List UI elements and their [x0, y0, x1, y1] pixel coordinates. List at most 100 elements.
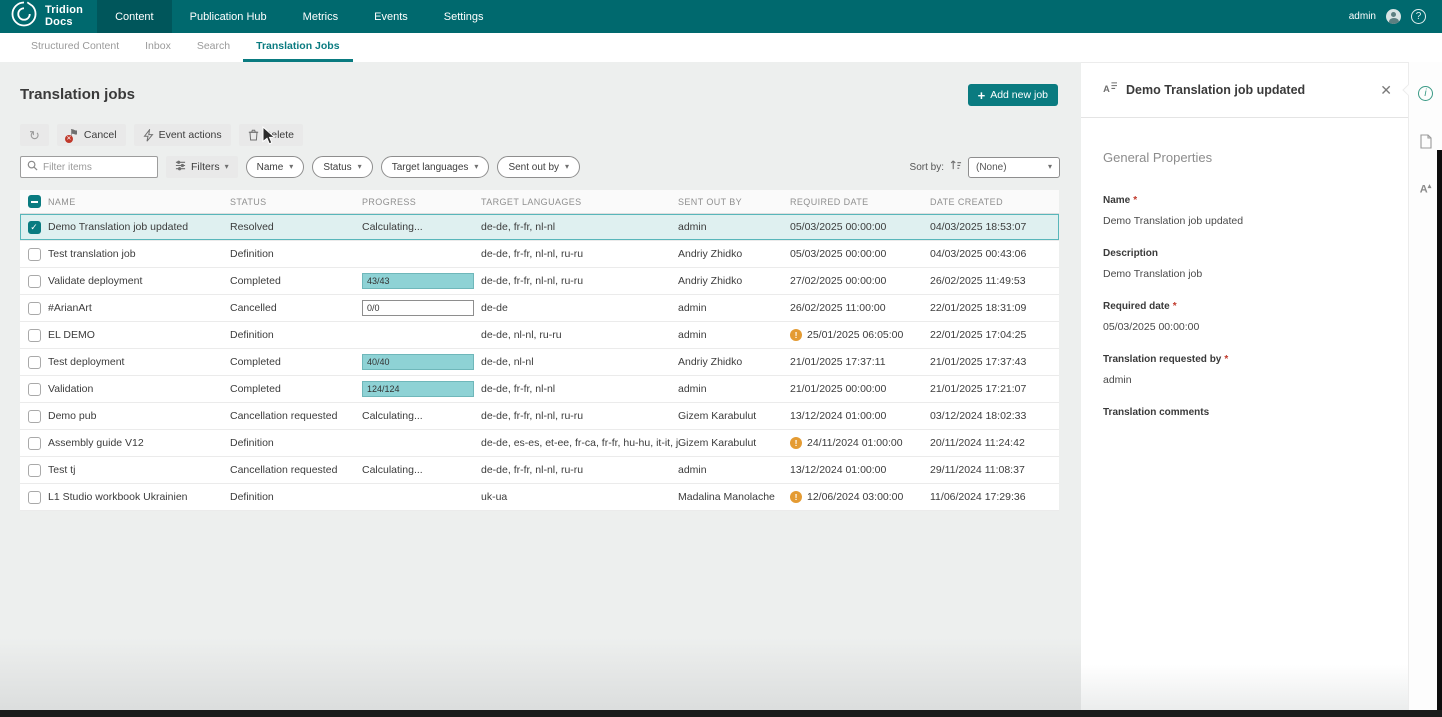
translation-tab[interactable]: A▴ [1417, 180, 1435, 198]
event-actions-button[interactable]: Event actions [134, 124, 231, 146]
job-sent-out-by-cell: Andriy Zhidko [678, 356, 790, 368]
tab-translation-jobs[interactable]: Translation Jobs [243, 33, 352, 62]
column-header-progress[interactable]: PROGRESS [362, 197, 481, 207]
filter-pill-status[interactable]: Status▾ [312, 156, 372, 178]
job-detail-panel: A Demo Translation job updated ✕ General… [1081, 62, 1408, 717]
table-row[interactable]: Validation Completed 124/124 de-de, fr-f… [20, 376, 1059, 403]
tab-search[interactable]: Search [184, 33, 243, 62]
job-target-languages-cell: de-de, es-es, et-ee, fr-ca, fr-fr, hu-hu… [481, 437, 678, 449]
column-header-date-created[interactable]: DATE CREATED [930, 197, 1059, 207]
table-row[interactable]: Test deployment Completed 40/40 de-de, n… [20, 349, 1059, 376]
chevron-down-icon: ▾ [358, 163, 362, 171]
cancel-button[interactable]: ⚑✕ Cancel [57, 124, 126, 146]
row-checkbox[interactable] [28, 383, 41, 396]
column-header-status[interactable]: STATUS [230, 197, 362, 207]
job-name-cell[interactable]: Test deployment [48, 356, 230, 368]
lightning-icon [143, 129, 154, 142]
nav-item-settings[interactable]: Settings [426, 0, 502, 33]
tab-inbox[interactable]: Inbox [132, 33, 184, 62]
translate-icon: A▴ [1420, 182, 1431, 196]
warning-icon: ! [790, 329, 802, 341]
job-required-date-cell: !12/06/2024 03:00:00 [790, 491, 930, 503]
row-checkbox[interactable] [28, 221, 41, 234]
nav-item-publication-hub[interactable]: Publication Hub [172, 0, 285, 33]
progress-bar: 124/124 [362, 381, 474, 397]
screen-bottom-bar [0, 710, 1442, 717]
filter-pill-sent-out-by[interactable]: Sent out by▾ [497, 156, 580, 178]
avatar-icon[interactable] [1386, 9, 1401, 24]
table-row[interactable]: Demo Translation job updated Resolved Ca… [20, 214, 1059, 241]
filter-items-input[interactable] [43, 162, 151, 173]
filter-pill-name[interactable]: Name▾ [246, 156, 305, 178]
row-checkbox[interactable] [28, 275, 41, 288]
table-row[interactable]: Test tj Cancellation requested Calculati… [20, 457, 1059, 484]
nav-item-events[interactable]: Events [356, 0, 426, 33]
job-name-cell[interactable]: Validate deployment [48, 275, 230, 287]
document-tab[interactable] [1417, 132, 1435, 150]
delete-button[interactable]: Delete [239, 124, 303, 146]
job-target-languages-cell: de-de, fr-fr, nl-nl, ru-ru [481, 464, 678, 476]
filters-button[interactable]: Filters ▾ [166, 156, 238, 178]
table-row[interactable]: L1 Studio workbook Ukrainien Definition … [20, 484, 1059, 511]
table-row[interactable]: #ArianArt Cancelled 0/0 de-de admin 26/0… [20, 295, 1059, 322]
job-date-created-cell: 26/02/2025 11:49:53 [930, 275, 1059, 287]
column-header-required-date[interactable]: REQUIRED DATE [790, 197, 930, 207]
row-checkbox[interactable] [28, 248, 41, 261]
job-date-created-cell: 04/03/2025 00:43:06 [930, 248, 1059, 260]
table-row[interactable]: Test translation job Definition de-de, f… [20, 241, 1059, 268]
job-name-cell[interactable]: Demo pub [48, 410, 230, 422]
job-progress-cell: Calculating... [362, 464, 481, 476]
tab-structured-content[interactable]: Structured Content [18, 33, 132, 62]
job-date-created-cell: 20/11/2024 11:24:42 [930, 437, 1059, 449]
row-checkbox[interactable] [28, 410, 41, 423]
field-value: 05/03/2025 00:00:00 [1103, 321, 1386, 333]
sort-select[interactable]: (None) ▾ [968, 157, 1060, 178]
required-asterisk: * [1224, 354, 1228, 365]
property-field: Name* Demo Translation job updated [1103, 195, 1386, 227]
row-checkbox[interactable] [28, 464, 41, 477]
nav-item-content[interactable]: Content [97, 0, 172, 33]
job-name-cell[interactable]: Demo Translation job updated [48, 221, 230, 233]
close-icon[interactable]: ✕ [1380, 83, 1392, 97]
add-new-job-button[interactable]: + Add new job [968, 84, 1058, 106]
job-name-cell[interactable]: Test tj [48, 464, 230, 476]
job-date-created-cell: 21/01/2025 17:21:07 [930, 383, 1059, 395]
select-all-checkbox[interactable] [28, 195, 41, 208]
job-name-cell[interactable]: #ArianArt [48, 302, 230, 314]
job-required-date-cell: 05/03/2025 00:00:00 [790, 248, 930, 260]
info-tab[interactable]: i [1417, 84, 1435, 102]
job-name-cell[interactable]: Assembly guide V12 [48, 437, 230, 449]
row-checkbox[interactable] [28, 491, 41, 504]
job-required-date-cell: 05/03/2025 00:00:00 [790, 221, 930, 233]
row-checkbox[interactable] [28, 302, 41, 315]
nav-item-metrics[interactable]: Metrics [285, 0, 356, 33]
job-target-languages-cell: de-de, fr-fr, nl-nl, ru-ru [481, 275, 678, 287]
help-icon[interactable]: ? [1411, 9, 1426, 24]
refresh-button[interactable]: ↻ [20, 124, 49, 146]
job-target-languages-cell: de-de, nl-nl [481, 356, 678, 368]
brand-logo[interactable]: TridionDocs [0, 0, 97, 33]
job-name-cell[interactable]: L1 Studio workbook Ukrainien [48, 491, 230, 503]
job-name-cell[interactable]: Test translation job [48, 248, 230, 260]
row-checkbox[interactable] [28, 329, 41, 342]
job-name-cell[interactable]: EL DEMO [48, 329, 230, 341]
table-row[interactable]: Demo pub Cancellation requested Calculat… [20, 403, 1059, 430]
sort-ascending-icon[interactable] [950, 158, 962, 176]
column-header-target-languages[interactable]: TARGET LANGUAGES [481, 197, 678, 207]
row-checkbox[interactable] [28, 356, 41, 369]
job-status-cell: Completed [230, 383, 362, 395]
property-field: Description Demo Translation job [1103, 248, 1386, 280]
screen-right-edge [1437, 150, 1442, 717]
table-row[interactable]: Assembly guide V12 Definition de-de, es-… [20, 430, 1059, 457]
table-row[interactable]: EL DEMO Definition de-de, nl-nl, ru-ru a… [20, 322, 1059, 349]
filter-pill-target-languages[interactable]: Target languages▾ [381, 156, 490, 178]
job-name-cell[interactable]: Validation [48, 383, 230, 395]
panel-header: A Demo Translation job updated ✕ [1081, 63, 1408, 118]
chevron-down-icon: ▾ [474, 163, 478, 171]
filter-row: Filters ▾ Name▾ Status▾ Target languages… [20, 156, 1060, 178]
table-row[interactable]: Validate deployment Completed 43/43 de-d… [20, 268, 1059, 295]
brand-name: TridionDocs [45, 5, 83, 28]
column-header-name[interactable]: NAME [48, 197, 230, 207]
column-header-sent-out-by[interactable]: SENT OUT BY [678, 197, 790, 207]
row-checkbox[interactable] [28, 437, 41, 450]
